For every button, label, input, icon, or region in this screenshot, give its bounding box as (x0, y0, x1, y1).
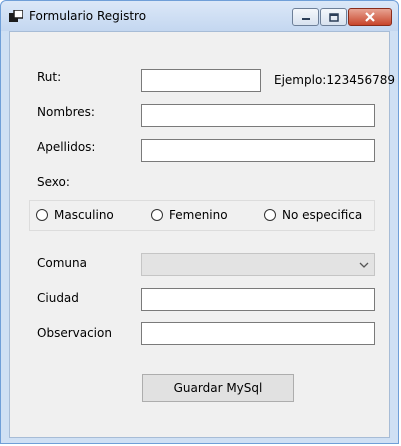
app-window: Formulario Registro Rut: Ejemplo:1234567… (0, 0, 399, 444)
app-icon (9, 10, 23, 22)
minimize-button[interactable] (292, 8, 319, 26)
comuna-label: Comuna (37, 256, 87, 270)
radio-masculino-label: Masculino (54, 208, 114, 222)
nombres-label: Nombres: (37, 105, 95, 119)
apellidos-label: Apellidos: (37, 140, 96, 154)
rut-label: Rut: (37, 70, 62, 84)
comuna-select[interactable] (141, 253, 375, 276)
radio-masculino[interactable]: Masculino (36, 208, 114, 222)
save-mysql-button[interactable]: Guardar MySql (142, 374, 294, 402)
maximize-button[interactable] (320, 8, 347, 26)
radio-no-especifica-label: No especifica (282, 208, 363, 222)
title-bar[interactable]: Formulario Registro (1, 1, 398, 31)
window-title: Formulario Registro (29, 9, 147, 23)
radio-circle-icon (36, 209, 48, 221)
observacion-input[interactable] (141, 322, 375, 345)
radio-no-especifica[interactable]: No especifica (264, 208, 362, 222)
rut-hint: Ejemplo:123456789 (274, 73, 396, 87)
maximize-icon (328, 12, 339, 22)
nombres-input[interactable] (141, 104, 375, 127)
sexo-label: Sexo: (37, 175, 70, 189)
ciudad-label: Ciudad (37, 291, 79, 305)
rut-input[interactable] (141, 69, 261, 92)
sexo-group: Masculino Femenino No especifica (29, 200, 375, 231)
chevron-down-icon (359, 262, 369, 268)
ciudad-input[interactable] (141, 288, 375, 311)
minimize-icon (301, 18, 310, 20)
observacion-label: Observacion (37, 326, 112, 340)
close-button[interactable] (348, 8, 392, 26)
radio-circle-icon (264, 209, 276, 221)
close-icon (365, 12, 375, 22)
radio-femenino-label: Femenino (169, 208, 228, 222)
radio-femenino[interactable]: Femenino (151, 208, 228, 222)
form-client-area: Rut: Ejemplo:123456789 Nombres: Apellido… (9, 31, 395, 438)
apellidos-input[interactable] (141, 139, 375, 162)
radio-circle-icon (151, 209, 163, 221)
